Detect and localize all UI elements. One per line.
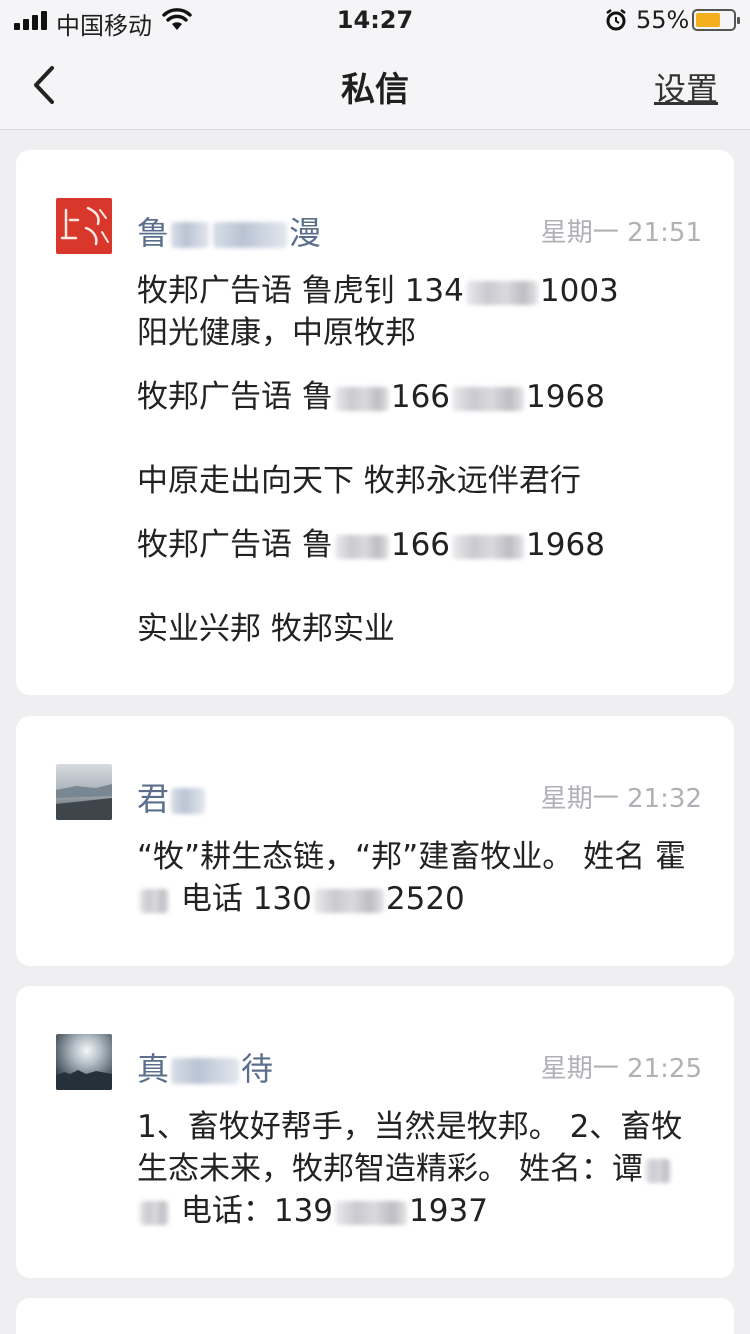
avatar[interactable] <box>56 198 112 254</box>
alarm-icon <box>606 9 626 31</box>
sender-name[interactable]: 鲁漫 <box>137 208 321 254</box>
message-time: 星期一 21:32 <box>540 784 702 814</box>
message-text-line: 中原走出向天下 牧邦永远伴君行 <box>137 463 581 499</box>
avatar[interactable] <box>56 1034 112 1090</box>
battery-charging-icon <box>692 9 740 31</box>
settings-button[interactable]: 设置 <box>654 64 718 110</box>
message-text-line: 牧邦广告语 鲁 166 1968 <box>137 527 605 563</box>
message-text-line: 牧邦广告语 鲁 166 1968 <box>137 379 605 415</box>
sender-name[interactable]: 真待 <box>137 1044 273 1090</box>
navigation-bar: 私信 设置 <box>0 40 750 130</box>
message-text-line: 阳光健康，中原牧邦 <box>137 315 416 351</box>
message-text-line: “牧”耕生态链，“邦”建畜牧业。 姓名 霍 <box>137 839 686 875</box>
message-card[interactable] <box>16 1298 734 1334</box>
message-text-line: 牧邦广告语 鲁虎钊 134 1003 <box>137 273 619 309</box>
sender-name[interactable]: 君 <box>137 774 207 820</box>
message-card[interactable]: 君 星期一 21:32 “牧”耕生态链，“邦”建畜牧业。 姓名 霍 电话 130… <box>16 716 734 966</box>
page-title: 私信 <box>341 70 409 110</box>
status-bar: 中国移动 14:27 55% <box>0 0 750 40</box>
message-time: 星期一 21:25 <box>540 1054 702 1084</box>
message-text-line: 1、畜牧好帮手，当然是牧邦。 2、畜牧 <box>137 1109 683 1145</box>
message-text-line: 电话 130 2520 <box>137 878 465 920</box>
battery-percentage: 55% <box>636 6 690 34</box>
message-time: 星期一 21:51 <box>540 218 702 248</box>
message-text-line: 实业兴邦 牧邦实业 <box>137 611 395 647</box>
message-card[interactable]: 鲁漫 星期一 21:51 牧邦广告语 鲁虎钊 134 1003 阳光健康，中原牧邦… <box>16 150 734 695</box>
avatar[interactable] <box>56 764 112 820</box>
message-text-line: 电话：139 1937 <box>137 1190 488 1232</box>
message-card[interactable]: 真待 星期一 21:25 1、畜牧好帮手，当然是牧邦。 2、畜牧 生态未来，牧邦… <box>16 986 734 1278</box>
message-text-line: 生态未来，牧邦智造精彩。 姓名：谭 <box>137 1148 673 1190</box>
